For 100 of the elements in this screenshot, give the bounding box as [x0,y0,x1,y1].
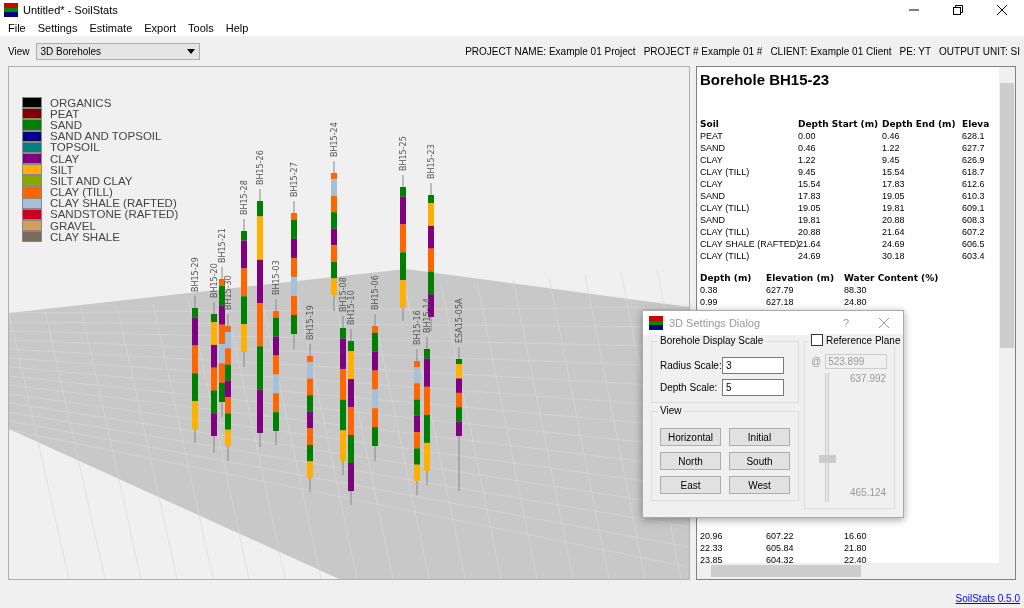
table-cell: 0.46 [882,130,900,142]
legend-label: ORGANICS [50,96,112,109]
version-link[interactable]: SoilStats 0.5.0 [955,592,1020,604]
menu-item[interactable]: Tools [182,22,220,34]
input-field[interactable]: 3 [722,357,784,374]
table-cell: 0.46 [798,142,816,154]
table-cell: 16.60 [844,530,867,542]
table-cell: 608.3 [962,214,985,226]
view-button[interactable]: Horizontal [660,428,721,446]
project-info-text: PE: YT [899,45,932,57]
borehole-label: BH15-08 [339,277,348,312]
table-cell: 22.40 [844,554,867,563]
table-cell: 1.22 [798,154,816,166]
table-cell: 628.1 [962,130,985,142]
table-cell: 30.18 [882,250,905,262]
checkbox[interactable] [811,334,823,346]
legend-label: SAND [50,118,82,131]
view-button[interactable]: West [729,476,790,494]
table-cell: 19.05 [798,202,821,214]
table-cell: 15.54 [882,166,905,178]
table-cell: 618.7 [962,166,985,178]
column-header: Soil [700,118,719,130]
view-button[interactable]: North [660,452,721,470]
field-label: Radius Scale: [660,360,722,371]
group-title: View [658,405,684,416]
column-header: Water Content (%) [844,272,939,284]
table-cell: 24.69 [882,238,905,250]
table-cell: 24.69 [798,250,821,262]
table-cell: CLAY (TILL) [700,166,750,178]
table-cell: CLAY [700,154,723,166]
table-cell: 17.83 [882,178,905,190]
borehole-label: BH15-27 [290,162,299,197]
table-cell: 9.45 [798,166,816,178]
close-icon [997,5,1007,15]
table-cell: CLAY SHALE (RAFTED) [700,238,800,250]
table-cell: CLAY (TILL) [700,202,750,214]
menu-item[interactable]: Export [138,22,183,34]
table-cell: 607.22 [766,530,794,542]
table-cell: 19.05 [882,190,905,202]
vertical-scrollbar[interactable] [999,67,1015,563]
menu-item[interactable]: Settings [31,22,84,34]
view-button[interactable]: Initial [729,428,790,446]
table-cell: 21.64 [798,238,821,250]
table-cell: 20.88 [882,214,905,226]
view-button[interactable]: South [729,452,790,470]
table-cell: 21.64 [882,226,905,238]
menu-item[interactable]: Estimate [83,22,139,34]
legend-label: TOPSOIL [50,141,100,154]
table-cell: CLAY [700,178,723,190]
view-dropdown[interactable]: 3D Boreholes [35,42,200,60]
legend-label: SAND AND TOPSOIL [50,130,162,143]
borehole-label: BH15-03 [272,260,281,295]
borehole-label: ESA15-05A [455,298,464,343]
menu-item[interactable]: Help [219,22,255,34]
borehole-label: BH15-10 [347,290,356,325]
borehole-label: BH15-21 [218,228,227,263]
table-cell: 606.5 [962,238,985,250]
table-cell: 603.4 [962,250,985,262]
restore-icon [953,5,963,15]
table-cell: 607.2 [962,226,985,238]
field-label: Depth Scale: [660,382,719,393]
project-info-text: PROJECT NAME: Example 01 Project [465,45,636,57]
table-cell: 604.32 [766,554,794,563]
legend-label: SANDSTONE (RAFTED) [50,208,179,221]
borehole-label: BH15-20 [210,263,219,298]
checkbox-label: Reference Plane [826,334,901,346]
table-cell: 609.1 [962,202,985,214]
legend-label: CLAY SHALE (RAFTED) [50,197,177,210]
project-info-text: CLIENT: Example 01 Client [770,45,892,57]
table-cell: 17.83 [798,190,821,202]
input-field[interactable]: 5 [722,379,784,396]
table-cell: 626.9 [962,154,985,166]
menu-item[interactable]: File [2,22,32,34]
table-cell: 15.54 [798,178,821,190]
table-cell: 627.7 [962,142,985,154]
dialog-title: 3D Settings Dialog [669,317,761,329]
at-label: @ [811,356,822,367]
table-cell: 0.00 [798,130,816,142]
borehole-label: BH15-14 [423,298,432,333]
borehole-label: BH15-24 [330,122,339,157]
table-cell: 22.33 [700,542,723,554]
table-cell: 1.22 [882,142,900,154]
view-button[interactable]: East [660,476,721,494]
borehole-label: BH15-06 [371,275,380,310]
column-header: Elevation (m) [766,272,834,284]
table-cell: CLAY (TILL) [700,226,750,238]
borehole-label: BH15-28 [240,180,249,215]
table-cell: 23.85 [700,554,723,563]
legend-label: CLAY (TILL) [50,186,113,199]
close-icon[interactable] [879,318,889,328]
app-icon [4,3,18,17]
table-cell: 605.84 [766,542,794,554]
table-cell: 19.81 [882,202,905,214]
slider-thumb[interactable] [819,455,836,464]
horizontal-scrollbar[interactable] [697,563,1015,579]
group-title: Borehole Display Scale [658,335,766,346]
borehole-title: Borehole BH15-23 [700,71,831,88]
table-cell: 19.81 [798,214,821,226]
table-cell: 627.18 [766,296,794,308]
app-icon [649,316,663,330]
